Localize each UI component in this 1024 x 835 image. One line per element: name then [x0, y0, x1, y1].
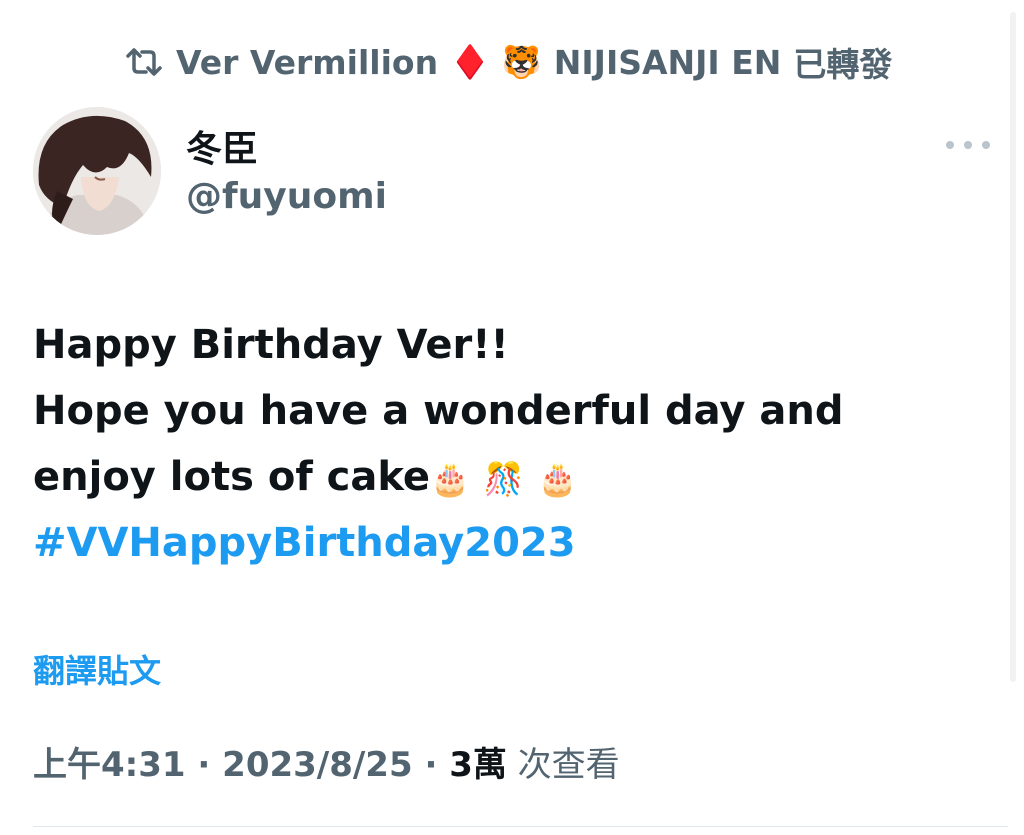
author-handle[interactable]: @fuyuomi [186, 176, 387, 217]
views-label: 次查看 [506, 745, 620, 785]
tweet-meta: 上午4:31 · 2023/8/25 · 3萬 次查看 [33, 737, 620, 786]
retweet-account-name[interactable]: NIJISANJI EN [554, 43, 782, 82]
more-dot [964, 141, 972, 149]
tweet-line-text: enjoy lots of cake [33, 454, 431, 500]
confetti-ball-emoji: 🎊 [483, 460, 524, 498]
retweet-action-label: 已轉發 [793, 45, 893, 84]
more-icon[interactable] [946, 134, 990, 156]
tweet-text: Happy Birthday Ver!! Hope you have a won… [33, 312, 993, 576]
retweet-banner[interactable]: Ver Vermillion ♦️ 🐯 NIJISANJI EN 已轉發 [124, 40, 892, 84]
more-dot [946, 141, 954, 149]
hashtag-link[interactable]: #VVHappyBirthday2023 [33, 510, 993, 576]
more-dot [982, 141, 990, 149]
tiger-emoji: 🐯 [501, 43, 542, 81]
divider [33, 826, 1008, 827]
meta-separator: · [185, 745, 223, 785]
avatar[interactable] [33, 107, 161, 235]
birthday-cake-emoji: 🎂 [430, 460, 470, 498]
tweet-line-with-emoji: enjoy lots of cake🎂 🎊 🎂 [33, 444, 993, 510]
tweet-date[interactable]: 2023/8/25 [222, 745, 412, 785]
tweet-line: Hope you have a wonderful day and [33, 388, 844, 434]
scrollbar[interactable] [1010, 12, 1016, 682]
translate-post-link[interactable]: 翻譯貼文 [33, 646, 161, 692]
views-count: 3萬 [449, 745, 507, 785]
meta-separator: · [412, 745, 450, 785]
retweet-icon [126, 48, 162, 76]
birthday-cake-emoji: 🎂 [537, 460, 578, 498]
retweeter-name[interactable]: Ver Vermillion [176, 43, 438, 82]
author-display-name[interactable]: 冬臣 [186, 120, 258, 172]
avatar-image [33, 107, 161, 235]
tweet-time[interactable]: 上午4:31 [33, 745, 186, 785]
diamond-emoji: ♦️ [450, 43, 490, 81]
tweet-line: Happy Birthday Ver!! [33, 322, 509, 368]
